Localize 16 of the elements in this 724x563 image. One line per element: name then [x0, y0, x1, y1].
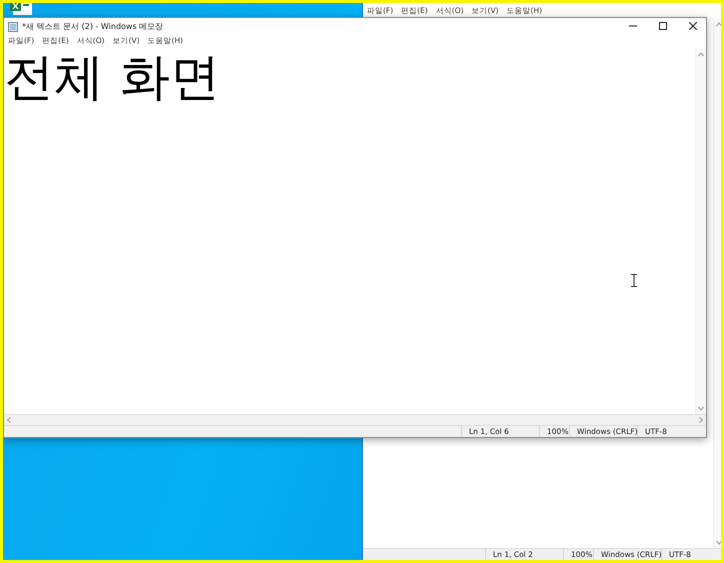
scroll-left-icon[interactable]	[7, 417, 11, 423]
scroll-up-icon[interactable]	[698, 52, 704, 57]
scroll-down-icon[interactable]	[716, 540, 721, 545]
spreadsheet-icon[interactable]	[10, 3, 32, 15]
scroll-up-icon[interactable]	[716, 22, 721, 27]
text-cursor-icon	[630, 274, 638, 287]
vertical-scrollbar[interactable]	[695, 49, 706, 414]
close-icon[interactable]	[689, 22, 697, 30]
vertical-scrollbar[interactable]	[713, 19, 721, 548]
scroll-right-icon[interactable]	[699, 417, 703, 423]
scroll-down-icon[interactable]	[698, 406, 704, 411]
window-title: *새 텍스트 문서 (2) - Windows 메모장	[22, 20, 164, 32]
horizontal-scrollbar[interactable]	[4, 414, 706, 425]
notepad-icon	[8, 20, 18, 32]
document-text: 전체 화면	[4, 49, 220, 105]
maximize-icon[interactable]	[659, 22, 667, 30]
